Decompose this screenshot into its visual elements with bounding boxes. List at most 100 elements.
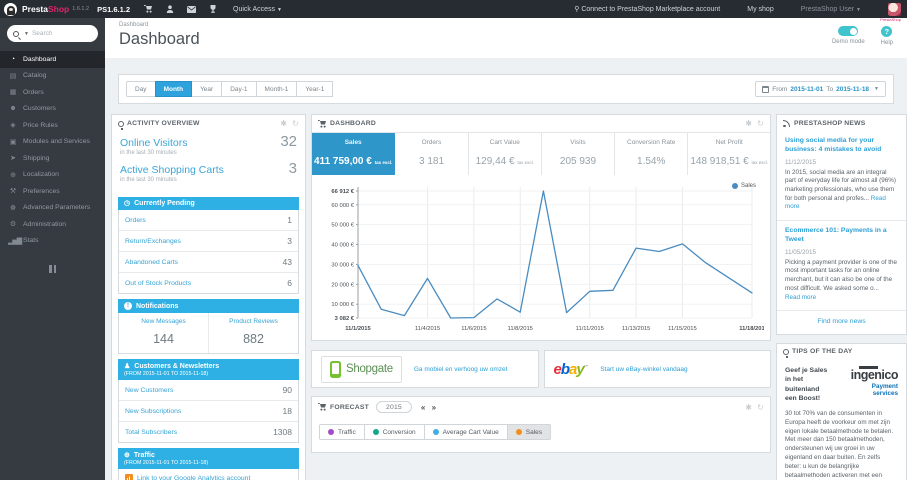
activity-settings-icon[interactable]: ✱ (280, 119, 287, 128)
forecast-year[interactable]: 2015 (375, 401, 412, 413)
breadcrumb[interactable]: Dashboard (119, 22, 895, 28)
kpi-sales[interactable]: Sales 411 759,00 € tax excl. (312, 133, 396, 175)
filter-day-button[interactable]: Day (126, 81, 156, 97)
sidebar-item-customers[interactable]: ☻ Customers (0, 101, 105, 118)
shopgate-banner[interactable]: Shopgate Ga mobiel en verhoog uw omzet (311, 350, 539, 388)
sidebar-item-modules-and-services[interactable]: ▣ Modules and Services (0, 134, 105, 151)
my-shop-link[interactable]: My shop (747, 6, 773, 13)
clock-icon: ◷ (124, 200, 131, 207)
forecast-traffic-button[interactable]: Traffic (319, 424, 365, 440)
forecast-next-button[interactable]: » (430, 403, 439, 412)
svg-text:11/8/2015: 11/8/2015 (508, 326, 533, 332)
kpi-conversion-rate[interactable]: Conversion Rate 1.54% (615, 133, 689, 175)
kpi-orders[interactable]: Orders 3 181 (395, 133, 469, 175)
sidebar-item-dashboard[interactable]: ◔ Dashboard (0, 51, 105, 68)
page-header: Dashboard Dashboard Demo mode ? Help (105, 18, 907, 58)
forecast-conversion-button[interactable]: Conversion (363, 424, 425, 440)
customers-newsletters-header: ♟ Customers & Newsletters (FROM 2015-11-0… (118, 359, 299, 380)
find-more-news-link[interactable]: Find more news (777, 310, 906, 334)
sidebar-search[interactable]: ▼ (7, 25, 98, 42)
ebay-letter: y (576, 360, 584, 378)
employee-icon[interactable] (166, 5, 174, 13)
price-rules-icon: ◈ (10, 122, 15, 130)
forecast-settings-icon[interactable]: ✱ (745, 403, 752, 412)
dashboard-refresh-icon[interactable]: ↻ (757, 119, 764, 128)
filter-day-1-button[interactable]: Day-1 (221, 81, 257, 97)
trophy-icon[interactable] (209, 5, 217, 13)
sidebar-collapse-button[interactable] (47, 265, 59, 273)
new-messages-cell: New Messages 144 (141, 318, 186, 346)
forecast-prev-button[interactable]: « (419, 403, 428, 412)
ebay-banner[interactable]: ebay™ Start uw eBay-winkel vandaag (543, 350, 771, 388)
notifications-header: ! Notifications (118, 299, 299, 313)
read-more-link[interactable]: Read more (785, 294, 816, 301)
svg-text:30 000 €: 30 000 € (331, 262, 354, 268)
demo-mode-control[interactable]: Demo mode (832, 26, 865, 46)
sidebar-item-stats[interactable]: ▂▅▇ Stats (0, 233, 105, 250)
pending-row-abandoned-carts: Abandoned Carts 43 (119, 251, 298, 272)
notification-icon: ! (124, 302, 132, 310)
sidebar-item-advanced-parameters[interactable]: ☸ Advanced Parameters (0, 200, 105, 217)
online-visitors-link[interactable]: Online Visitors (120, 137, 188, 149)
filter-year-1-button[interactable]: Year-1 (296, 81, 334, 97)
currently-pending-header: ◷ Currently Pending (118, 197, 299, 210)
shopgate-phone-icon (330, 360, 341, 378)
dashboard-settings-icon[interactable]: ✱ (745, 119, 752, 128)
traffic-header: ⊕ Traffic (FROM 2015-11-01 TO 2015-11-18) (118, 448, 299, 469)
news-article-title[interactable]: Using social media for your business: 4 … (785, 137, 898, 155)
date-range-picker[interactable]: From 2015-11-01 To 2015-11-18 ▼ (755, 81, 886, 97)
sidebar-item-administration[interactable]: ⚙ Administration (0, 216, 105, 233)
filter-month-1-button[interactable]: Month-1 (255, 81, 298, 97)
forecast-sales-button[interactable]: Sales (506, 424, 551, 440)
search-input[interactable] (31, 30, 84, 37)
pending-row-orders: Orders 1 (125, 215, 292, 225)
kpi-net-profit[interactable]: Net Profit 148 918,51 € tax excl. (688, 133, 770, 175)
ebay-letter: e (553, 360, 562, 378)
filter-year-button[interactable]: Year (191, 81, 223, 97)
prestashop-news-panel: PRESTASHOP NEWS Using social media for y… (776, 114, 907, 336)
shopgate-link[interactable]: Ga mobiel en verhoog uw omzet (414, 366, 508, 373)
quick-access-menu[interactable]: Quick Access ▼ (233, 6, 282, 13)
kpi-cart-value[interactable]: Cart Value 129,44 € tax excl. (469, 133, 542, 175)
row-new-customers: New Customers 90 (125, 385, 292, 395)
svg-text:40 000 €: 40 000 € (331, 243, 354, 249)
sidebar-item-shipping[interactable]: ➤ Shipping (0, 150, 105, 167)
sidebar-item-preferences[interactable]: ⚒ Preferences (0, 183, 105, 200)
dashboard-panel: DASHBOARD ✱ ↻ Sales 411 759,00 € tax excl.… (311, 114, 771, 341)
filter-month-button[interactable]: Month (154, 81, 193, 97)
svg-text:11/11/2015: 11/11/2015 (576, 326, 604, 332)
pending-row-out-of-stock: Out of Stock Products 6 (119, 272, 298, 293)
forecast-average-cart-value-button[interactable]: Average Cart Value (423, 424, 508, 440)
customers-icon: ☻ (9, 105, 16, 113)
sidebar-item-orders[interactable]: ▦ Orders (0, 84, 105, 101)
svg-text:11/1/2015: 11/1/2015 (345, 326, 371, 332)
marketplace-link[interactable]: ⚲ Connect to PrestaShop Marketplace acco… (574, 5, 720, 13)
svg-text:10 000 €: 10 000 € (331, 302, 354, 308)
kpi-visits[interactable]: Visits 205 939 (542, 133, 616, 175)
sidebar: ▼ ◔Dashboard ▤Catalog ▦Orders ☻Customers… (0, 18, 105, 480)
user-avatar[interactable]: PrestaShop (880, 2, 901, 22)
help-icon[interactable]: ? (881, 26, 893, 37)
svg-text:11/4/2015: 11/4/2015 (415, 326, 440, 332)
cart-icon[interactable] (144, 5, 153, 13)
news-article: Using social media for your business: 4 … (777, 131, 906, 220)
search-scope-caret-icon[interactable]: ▼ (24, 31, 29, 37)
ebay-logo: ebay™ (553, 360, 589, 378)
user-menu[interactable]: PrestaShop User ▼ (801, 6, 861, 13)
orders-icon: ▦ (9, 89, 17, 97)
sidebar-item-price-rules[interactable]: ◈ Price Rules (0, 117, 105, 134)
help-control[interactable]: ? Help (881, 26, 893, 46)
demo-mode-toggle[interactable] (838, 26, 859, 36)
sidebar-item-catalog[interactable]: ▤ Catalog (0, 68, 105, 85)
news-article-title[interactable]: Ecommerce 101: Payments in a Tweet (785, 227, 898, 245)
preferences-icon: ⚒ (9, 188, 16, 196)
ebay-link[interactable]: Start uw eBay-winkel vandaag (600, 366, 687, 373)
forecast-refresh-icon[interactable]: ↻ (757, 403, 764, 412)
brand-version: 1.6.1.2 (72, 6, 90, 12)
tip-heading: Geef je Sales in het buitenland een Boos… (785, 367, 828, 402)
activity-refresh-icon[interactable]: ↻ (292, 119, 299, 128)
sidebar-item-localization[interactable]: ⊕ Localization (0, 167, 105, 184)
mail-icon[interactable] (187, 5, 197, 13)
svg-text:11/15/2015: 11/15/2015 (668, 326, 697, 332)
active-carts-link[interactable]: Active Shopping Carts (120, 164, 224, 176)
